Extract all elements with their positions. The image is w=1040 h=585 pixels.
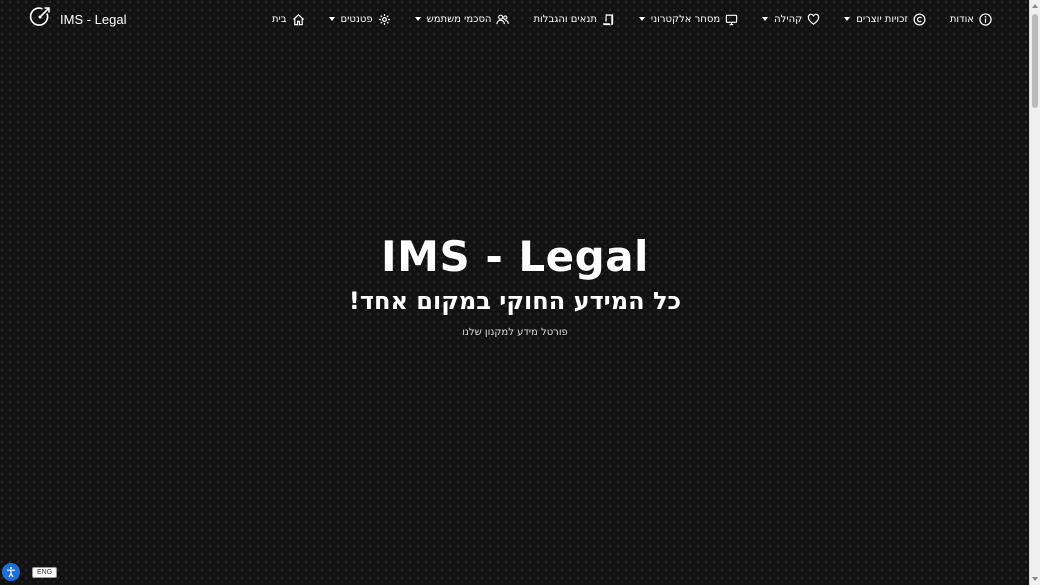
chevron-down-icon <box>328 17 335 21</box>
nav-label: תנאים והגבלות <box>533 13 597 25</box>
copyright-icon <box>913 13 926 26</box>
accessibility-icon <box>5 563 17 582</box>
scroll-icon <box>602 13 615 26</box>
hero-tagline: פורטל מידע למקנון שלנו <box>462 327 568 338</box>
accessibility-button[interactable] <box>2 563 20 581</box>
chevron-down-icon <box>844 17 851 21</box>
nav-item-terms[interactable]: תנאים והגבלות <box>533 13 614 26</box>
nav-label: זכויות יוצרים <box>856 13 908 25</box>
nav-item-about[interactable]: אודות <box>949 12 992 26</box>
heart-icon <box>807 13 820 26</box>
nav-item-copyright[interactable]: זכויות יוצרים <box>844 13 926 26</box>
home-icon <box>292 13 305 26</box>
nav-item-patents[interactable]: פטנטים <box>328 13 391 26</box>
scroll-up-arrow[interactable] <box>1030 0 1040 12</box>
brand-name: IMS - Legal <box>60 11 127 27</box>
nav-item-ecommerce[interactable]: מסחר אלקטרוני <box>638 13 738 26</box>
hero-subtitle: כל המידע החוקי במקום אחד! <box>348 287 682 315</box>
nav-item-home[interactable]: בית <box>272 13 305 26</box>
logo-icon <box>28 5 52 33</box>
vertical-scrollbar[interactable] <box>1029 0 1040 585</box>
nav-label: בית <box>271 13 287 25</box>
nav-label: מסחר אלקטרוני <box>650 13 721 25</box>
top-navbar: IMS - Legal אודות זכויות יוצרים קהילה מס… <box>0 0 1030 38</box>
chevron-down-icon <box>638 17 645 21</box>
hero-title: IMS - Legal <box>381 232 649 281</box>
nav-item-community[interactable]: קהילה <box>762 13 820 26</box>
nav-label: הסכמי משתמש <box>426 13 492 25</box>
chevron-down-icon <box>762 17 769 21</box>
nav-label: פטנטים <box>340 13 373 25</box>
brand[interactable]: IMS - Legal <box>28 6 126 32</box>
main-nav: אודות זכויות יוצרים קהילה מסחר אלקטרוני <box>272 9 992 29</box>
chevron-down-icon <box>414 17 421 21</box>
users-icon <box>496 13 510 26</box>
nav-item-user-agreements[interactable]: הסכמי משתמש <box>414 13 510 26</box>
nav-label: קהילה <box>774 13 803 25</box>
scroll-thumb[interactable] <box>1032 14 1038 108</box>
info-icon <box>979 12 992 26</box>
accessibility-widget: ENG <box>2 563 58 581</box>
language-badge[interactable]: ENG <box>32 566 58 578</box>
scroll-down-arrow[interactable] <box>1030 573 1040 585</box>
nav-label: אודות <box>949 13 974 25</box>
gear-icon <box>378 13 391 26</box>
laptop-icon <box>725 13 738 26</box>
